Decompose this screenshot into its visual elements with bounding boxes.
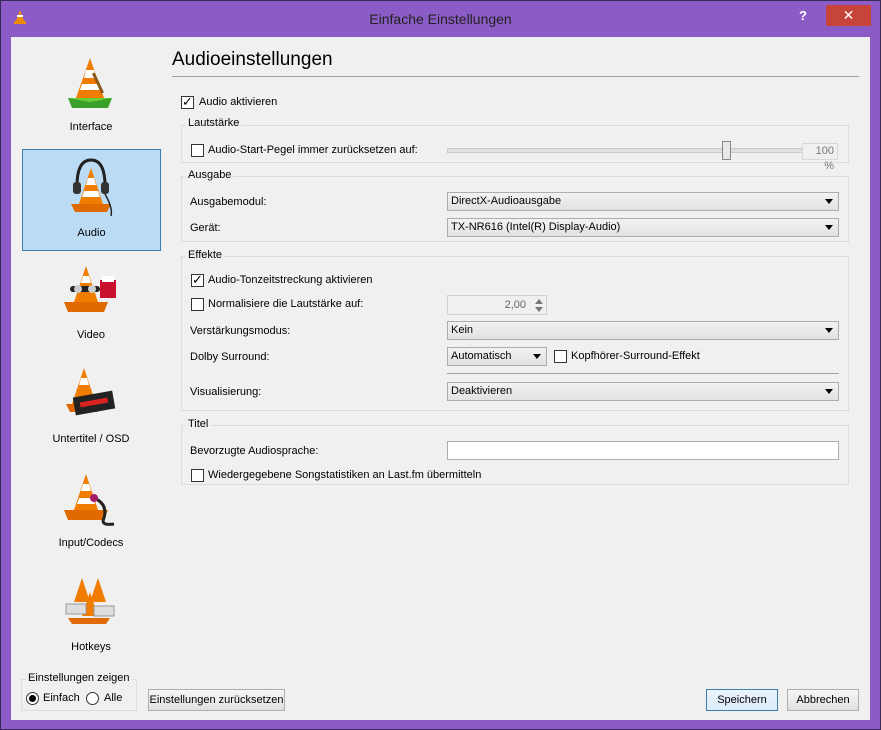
- spin-down-icon[interactable]: [534, 306, 544, 313]
- lastfm-checkbox[interactable]: [191, 469, 204, 482]
- sidebar-item-label: Video: [77, 329, 105, 341]
- gain-mode-value: Kein: [451, 324, 474, 336]
- dialog-body: Interface Audio Video Untertitel / OSD I…: [11, 37, 870, 720]
- normalize-value: 2,00: [504, 299, 526, 311]
- normalize-label: Normalisiere die Lautstärke auf:: [208, 298, 364, 310]
- vlc-cone-video-icon: [64, 266, 116, 312]
- preferred-language-input[interactable]: [447, 441, 839, 460]
- output-group-title: Ausgabe: [186, 169, 234, 181]
- sidebar-item-hotkeys[interactable]: Hotkeys: [22, 564, 160, 664]
- headphone-surround-label: Kopfhörer-Surround-Effekt: [571, 350, 700, 362]
- reset-preferences-button[interactable]: Einstellungen zurücksetzen: [148, 689, 285, 711]
- sidebar-item-label: Interface: [69, 121, 113, 133]
- save-button[interactable]: Speichern: [706, 689, 778, 711]
- enable-audio-label: Audio aktivieren: [199, 96, 278, 108]
- page-title: Audioeinstellungen: [172, 49, 333, 70]
- normalize-checkbox[interactable]: [191, 298, 204, 311]
- sidebar-item-audio[interactable]: Audio: [22, 149, 161, 251]
- window-title: Einfache Einstellungen: [369, 11, 512, 27]
- checkmark-icon: ✓: [182, 94, 193, 109]
- vlc-cone-interface-icon: [68, 58, 112, 108]
- volume-slider-track[interactable]: [447, 148, 803, 153]
- chevron-down-icon: [825, 328, 833, 333]
- effects-divider: [447, 373, 839, 374]
- visualization-value: Deaktivieren: [451, 385, 513, 397]
- visualization-label: Visualisierung:: [190, 386, 262, 398]
- headphone-surround-checkbox[interactable]: [554, 350, 567, 363]
- chevron-down-icon: [825, 225, 833, 230]
- sidebar-item-label: Audio: [77, 227, 106, 239]
- show-settings-title: Einstellungen zeigen: [26, 672, 132, 684]
- sidebar-item-subtitles-osd[interactable]: Untertitel / OSD: [22, 356, 160, 456]
- heading-divider: [172, 76, 859, 77]
- tracks-group-title: Titel: [186, 418, 211, 430]
- cancel-button[interactable]: Abbrechen: [787, 689, 859, 711]
- all-radio-label: Alle: [104, 692, 123, 704]
- title-bar[interactable]: Einfache Einstellungen ? ✕: [1, 1, 880, 37]
- vlc-cone-headphones-icon: [71, 158, 113, 217]
- close-button[interactable]: ✕: [826, 5, 871, 26]
- gain-mode-select[interactable]: Kein: [447, 321, 839, 340]
- radio-dot-icon: [29, 695, 36, 702]
- enable-audio-checkbox[interactable]: ✓: [181, 94, 194, 109]
- sidebar-item-label: Untertitel / OSD: [52, 433, 130, 445]
- category-sidebar: Interface Audio Video Untertitel / OSD I…: [22, 44, 162, 664]
- chevron-down-icon: [825, 199, 833, 204]
- effects-group-title: Effekte: [186, 249, 225, 261]
- dolby-label: Dolby Surround:: [190, 351, 270, 363]
- sidebar-item-input-codecs[interactable]: Input/Codecs: [22, 460, 160, 560]
- sidebar-item-video[interactable]: Video: [22, 252, 160, 352]
- chevron-down-icon: [533, 354, 541, 359]
- normalize-spinbox[interactable]: 2,00: [447, 295, 547, 315]
- output-module-value: DirectX-Audioausgabe: [451, 195, 562, 207]
- preferred-language-label: Bevorzugte Audiosprache:: [190, 445, 319, 457]
- preferences-window: Einfache Einstellungen ? ✕ Interface Aud…: [0, 0, 881, 730]
- vlc-cone-codecs-icon: [64, 474, 115, 526]
- timestretch-checkbox[interactable]: ✓: [191, 272, 204, 287]
- gain-mode-label: Verstärkungsmodus:: [190, 325, 291, 337]
- help-button[interactable]: ?: [791, 8, 815, 26]
- volume-level-display: 100 %: [802, 143, 838, 172]
- vlc-cone-subtitles-icon: [66, 368, 116, 416]
- output-module-label: Ausgabemodul:: [190, 196, 267, 208]
- all-radio[interactable]: [86, 692, 99, 705]
- reset-volume-label: Audio-Start-Pegel immer zurücksetzen auf…: [208, 144, 418, 156]
- timestretch-label: Audio-Tonzeitstreckung aktivieren: [208, 274, 373, 286]
- visualization-select[interactable]: Deaktivieren: [447, 382, 839, 401]
- sidebar-item-label: Input/Codecs: [58, 537, 124, 549]
- simple-radio[interactable]: [26, 692, 39, 705]
- vlc-cone-hotkeys-icon: [65, 578, 115, 624]
- sidebar-item-label: Hotkeys: [71, 641, 111, 653]
- chevron-down-icon: [825, 389, 833, 394]
- output-device-value: TX-NR616 (Intel(R) Display-Audio): [451, 221, 621, 233]
- volume-slider-thumb[interactable]: [722, 141, 731, 160]
- checkmark-icon: ✓: [192, 272, 203, 287]
- dolby-value: Automatisch: [451, 350, 512, 362]
- output-device-select[interactable]: TX-NR616 (Intel(R) Display-Audio): [447, 218, 839, 237]
- reset-volume-checkbox[interactable]: [191, 144, 204, 157]
- output-device-label: Gerät:: [190, 222, 221, 234]
- volume-group-title: Lautstärke: [186, 117, 242, 129]
- spin-up-icon[interactable]: [534, 298, 544, 305]
- dolby-select[interactable]: Automatisch: [447, 347, 547, 366]
- output-module-select[interactable]: DirectX-Audioausgabe: [447, 192, 839, 211]
- simple-radio-label: Einfach: [43, 692, 80, 704]
- sidebar-item-interface[interactable]: Interface: [22, 44, 160, 144]
- lastfm-label: Wiedergegebene Songstatistiken an Last.f…: [208, 469, 482, 481]
